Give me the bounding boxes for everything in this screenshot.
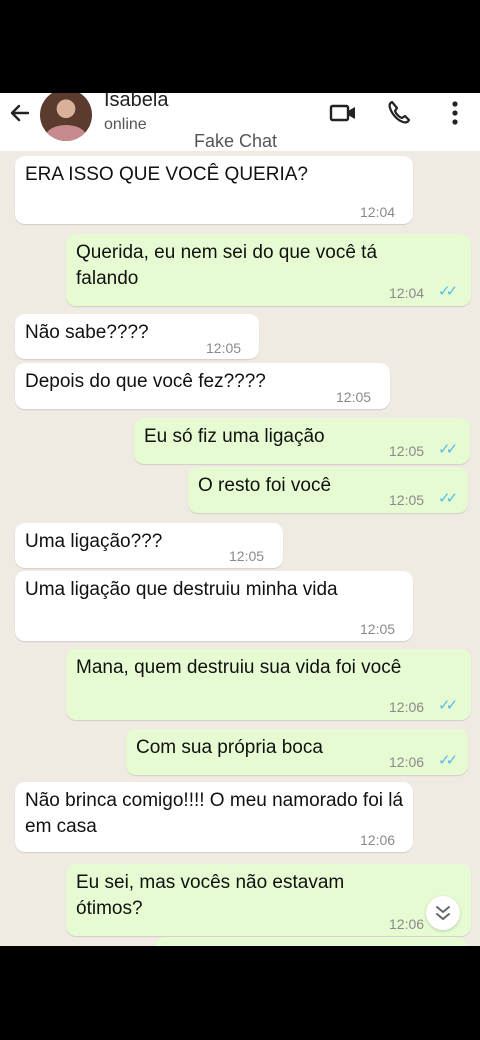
message-bubble-outgoing[interactable]: Querida, eu nem sei do que você tá falan… — [66, 234, 471, 306]
message-text: Mana, quem destruiu sua vida foi você — [76, 657, 402, 678]
message-text: Não sabe???? — [25, 322, 149, 343]
message-bubble-outgoing[interactable]: Eu sei, mas vocês não estavam ótimos? 12… — [66, 864, 471, 936]
message-text: Uma ligação??? — [25, 531, 163, 552]
message-time: 12:05 — [229, 548, 265, 564]
message-time: 12:05 — [389, 492, 425, 508]
message-text: Depois do que você fez???? — [25, 371, 266, 392]
video-call-icon[interactable] — [328, 98, 358, 128]
message-time: 12:05 — [389, 443, 425, 459]
message-time: 12:05 — [206, 340, 242, 356]
read-receipt-icon: ✓✓ — [438, 752, 458, 769]
message-text: Querida, eu nem sei do que você tá falan… — [76, 242, 378, 289]
message-time: 12:06 — [389, 916, 425, 932]
avatar[interactable] — [40, 93, 92, 141]
arrow-left-icon[interactable] — [8, 101, 32, 125]
read-receipt-icon: ✓✓ — [438, 441, 458, 458]
read-receipt-icon: ✓✓ — [438, 490, 458, 507]
bottom-black-bar — [0, 946, 480, 1040]
contact-name[interactable]: Isabela — [104, 93, 169, 112]
read-receipt-icon: ✓✓ — [438, 697, 458, 714]
phone-icon[interactable] — [384, 98, 414, 128]
contact-status: online — [104, 116, 147, 133]
message-text: ERA ISSO QUE VOCÊ QUERIA? — [25, 164, 308, 185]
message-bubble-outgoing[interactable]: Eu só fiz uma ligação 12:05 ✓✓ — [134, 418, 470, 464]
message-bubble-outgoing[interactable]: O resto foi você 12:05 ✓✓ — [188, 467, 468, 513]
message-text: Uma ligação que destruiu minha vida — [25, 579, 338, 600]
chevron-down-icon — [436, 906, 450, 920]
message-time: 12:06 — [360, 832, 396, 848]
message-text: Com sua própria boca — [136, 737, 323, 758]
message-time: 12:05 — [336, 389, 372, 405]
message-time: 12:06 — [389, 754, 425, 770]
more-vert-icon[interactable] — [440, 98, 470, 128]
message-bubble-incoming[interactable]: Uma ligação??? 12:05 — [15, 523, 283, 568]
message-bubble-incoming[interactable]: Não sabe???? 12:05 — [15, 314, 259, 359]
scroll-down-button[interactable] — [426, 896, 460, 930]
chat-screen: Isabela online Fake Chat ERA ISSO QUE VO… — [0, 93, 480, 946]
message-time: 12:06 — [389, 699, 425, 715]
message-time: 12:04 — [360, 204, 396, 220]
message-bubble-incoming[interactable]: Uma ligação que destruiu minha vida 12:0… — [15, 571, 413, 641]
message-bubble-outgoing-partial — [155, 937, 467, 946]
message-text: Eu sei, mas vocês não estavam ótimos? — [76, 872, 345, 919]
message-text: Eu só fiz uma ligação — [144, 426, 325, 447]
message-bubble-incoming[interactable]: ERA ISSO QUE VOCÊ QUERIA? 12:04 — [15, 156, 413, 224]
message-bubble-incoming[interactable]: Não brinca comigo!!!! O meu namorado foi… — [15, 782, 413, 852]
message-time: 12:04 — [389, 285, 425, 301]
message-bubble-incoming[interactable]: Depois do que você fez???? 12:05 — [15, 363, 390, 409]
message-bubble-outgoing[interactable]: Com sua própria boca 12:06 ✓✓ — [126, 729, 468, 775]
top-black-bar — [0, 0, 480, 93]
read-receipt-icon: ✓✓ — [438, 283, 458, 300]
fake-chat-caption: Fake Chat — [194, 131, 278, 151]
message-time: 12:05 — [360, 621, 396, 637]
message-bubble-outgoing[interactable]: Mana, quem destruiu sua vida foi você 12… — [66, 649, 471, 720]
message-text: Não brinca comigo!!!! O meu namorado foi… — [25, 790, 404, 837]
message-text: O resto foi você — [198, 475, 332, 496]
